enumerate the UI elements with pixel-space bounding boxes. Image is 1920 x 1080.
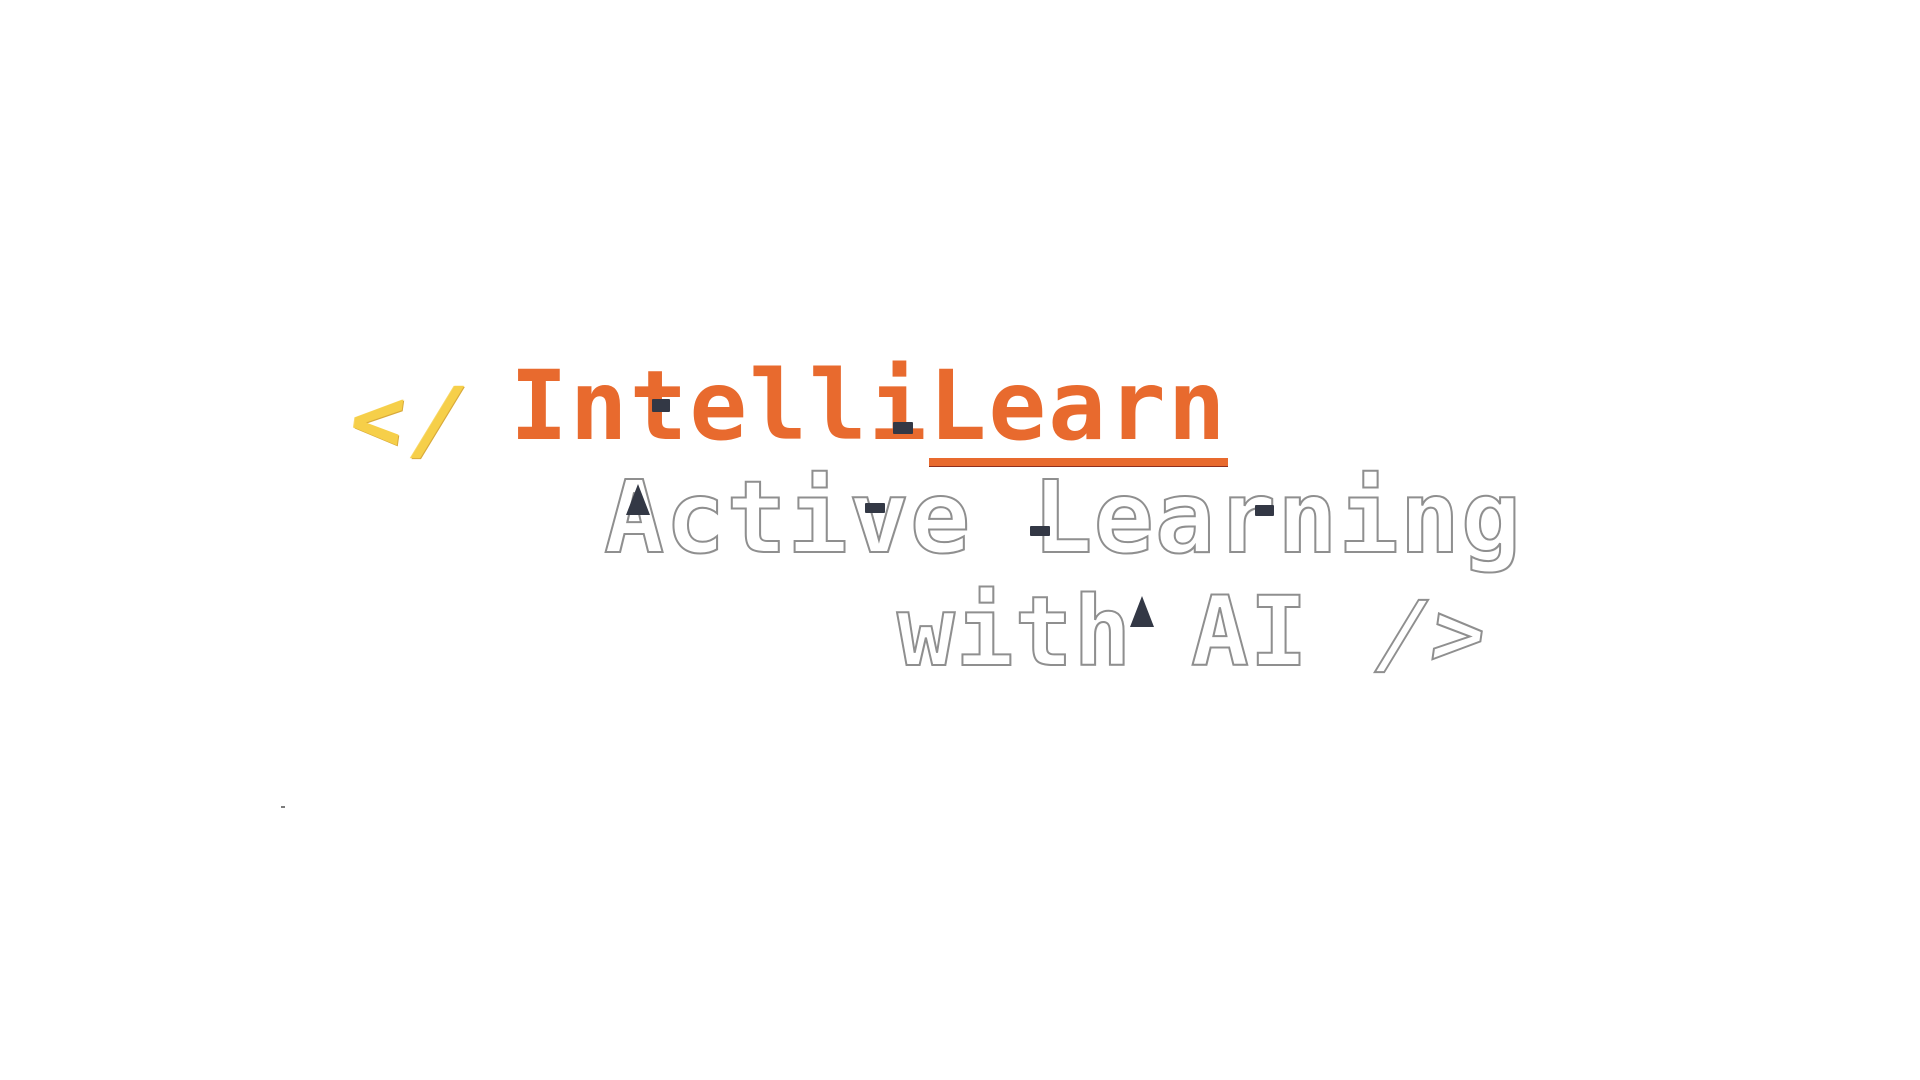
closing-code-bracket: /> [1367, 581, 1497, 686]
tagline-letter-accent [1255, 505, 1274, 516]
brand-letter-accent [652, 399, 670, 412]
tagline-letter-accent [865, 503, 885, 513]
brand-name-suffix: Learn [928, 358, 1228, 466]
tagline-letter-accent [1030, 526, 1050, 536]
tagline-line-two: with AI [896, 576, 1309, 688]
tagline-letter-accent [1130, 596, 1154, 627]
brand-letter-accent [893, 422, 913, 434]
brand-name-prefix: Intelli [510, 350, 929, 462]
brand-name-suffix-text: Learn [928, 350, 1228, 462]
small-mark [281, 806, 285, 808]
intellilearn-logo: </ IntelliLearn Active Learning with AI … [0, 0, 1920, 1080]
opening-code-bracket: </ [344, 368, 479, 471]
brand-name: IntelliLearn [510, 350, 1228, 466]
tagline-letter-accent [626, 484, 650, 515]
tagline-line-one: Active Learning [603, 459, 1523, 576]
canvas: </ IntelliLearn Active Learning with AI … [0, 0, 1920, 1080]
